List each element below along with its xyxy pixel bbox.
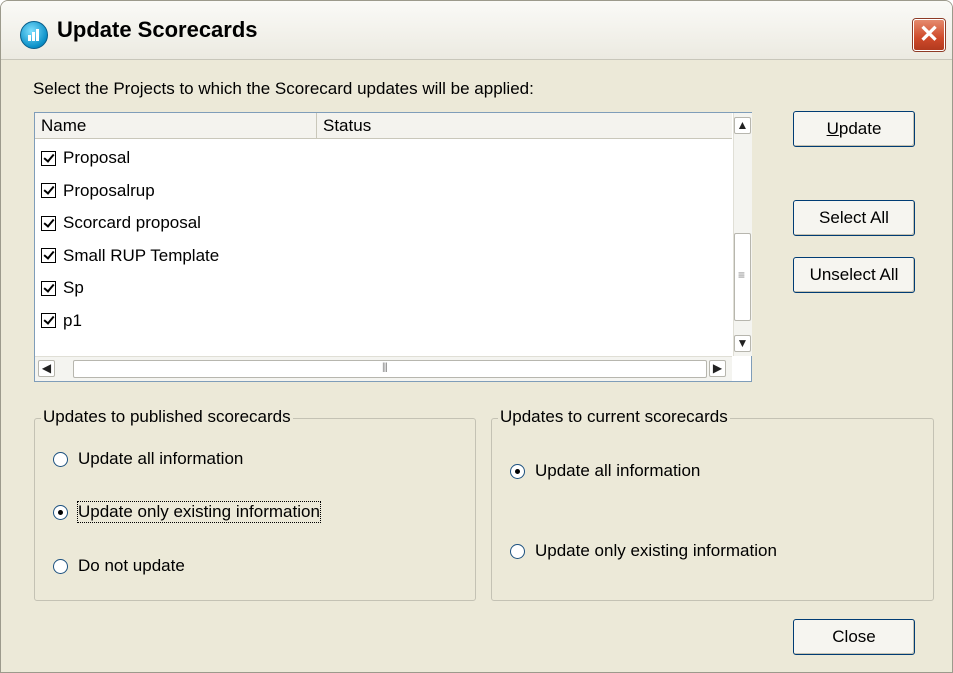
option-label: Do not update — [78, 556, 185, 575]
vertical-scrollbar[interactable]: ▲ ▼ — [733, 113, 752, 356]
radio-icon[interactable] — [510, 543, 525, 559]
project-name: Proposalrup — [63, 180, 155, 200]
project-name: Small RUP Template — [63, 245, 220, 265]
list-item[interactable]: Proposal — [41, 142, 219, 175]
published-group-title: Updates to published scorecards — [41, 407, 293, 427]
column-header-name[interactable]: Name — [35, 113, 317, 138]
select-all-button[interactable]: Select All — [793, 200, 915, 236]
published-do-not-update-option[interactable]: Do not update — [53, 556, 185, 576]
close-icon[interactable]: ✕ — [913, 19, 945, 51]
current-scorecards-group: Updates to current scorecards Update all… — [491, 407, 934, 601]
published-update-all-option[interactable]: Update all information — [53, 449, 243, 469]
update-mnemonic: U — [826, 119, 839, 138]
list-item[interactable]: Sp — [41, 272, 219, 305]
radio-icon[interactable] — [53, 558, 68, 574]
current-update-existing-option[interactable]: Update only existing information — [510, 541, 777, 561]
option-label: Update all information — [535, 461, 701, 480]
projects-list[interactable]: Name Status Proposal Proposalrup Scorcar… — [34, 112, 752, 382]
radio-icon[interactable] — [53, 451, 68, 467]
project-name: Scorcard proposal — [63, 213, 201, 233]
radio-icon[interactable] — [510, 463, 525, 479]
current-group-title: Updates to current scorecards — [498, 407, 730, 427]
radio-icon[interactable] — [53, 504, 68, 520]
title-bar[interactable]: Update Scorecards ✕ — [1, 1, 952, 60]
scorecard-app-icon — [20, 21, 48, 49]
instruction-label: Select the Projects to which the Scoreca… — [33, 79, 534, 98]
scroll-right-icon[interactable]: ▶ — [709, 360, 726, 377]
checkbox-checked-icon[interactable] — [41, 215, 56, 231]
scroll-left-icon[interactable]: ◀ — [38, 360, 55, 377]
update-label: pdate — [838, 119, 882, 138]
option-label: Update only existing information — [77, 501, 321, 523]
list-item[interactable]: p1 — [41, 305, 219, 338]
current-update-all-option[interactable]: Update all information — [510, 461, 700, 481]
list-header: Name Status — [35, 113, 732, 139]
project-name: Proposal — [63, 148, 131, 168]
window-title: Update Scorecards — [57, 17, 258, 42]
list-item[interactable]: Small RUP Template — [41, 240, 219, 273]
published-scorecards-group: Updates to published scorecards Update a… — [34, 407, 476, 601]
scroll-down-icon[interactable]: ▼ — [734, 335, 751, 352]
list-item[interactable]: Scorcard proposal — [41, 207, 219, 240]
scroll-up-icon[interactable]: ▲ — [734, 117, 751, 134]
checkbox-checked-icon[interactable] — [41, 313, 56, 329]
checkbox-checked-icon[interactable] — [41, 248, 56, 264]
horizontal-scrollbar[interactable]: ◀ ▶ — [35, 356, 732, 381]
list-item[interactable]: Proposalrup — [41, 175, 219, 208]
column-header-status[interactable]: Status — [317, 113, 732, 138]
close-button[interactable]: Close — [793, 619, 915, 655]
vertical-scroll-thumb[interactable] — [734, 233, 751, 321]
horizontal-scroll-thumb[interactable] — [73, 360, 707, 378]
update-scorecards-dialog: Update Scorecards ✕ Select the Projects … — [0, 0, 953, 673]
list-body: Proposal Proposalrup Scorcard proposal S… — [41, 142, 219, 337]
option-label: Update all information — [78, 449, 244, 468]
update-button[interactable]: Update — [793, 111, 915, 147]
checkbox-checked-icon[interactable] — [41, 150, 56, 166]
unselect-all-button[interactable]: Unselect All — [793, 257, 915, 293]
checkbox-checked-icon[interactable] — [41, 280, 56, 296]
project-name: Sp — [63, 278, 84, 298]
published-update-existing-option[interactable]: Update only existing information — [53, 501, 321, 523]
checkbox-checked-icon[interactable] — [41, 183, 56, 199]
option-label: Update only existing information — [535, 541, 777, 560]
project-name: p1 — [63, 310, 82, 330]
